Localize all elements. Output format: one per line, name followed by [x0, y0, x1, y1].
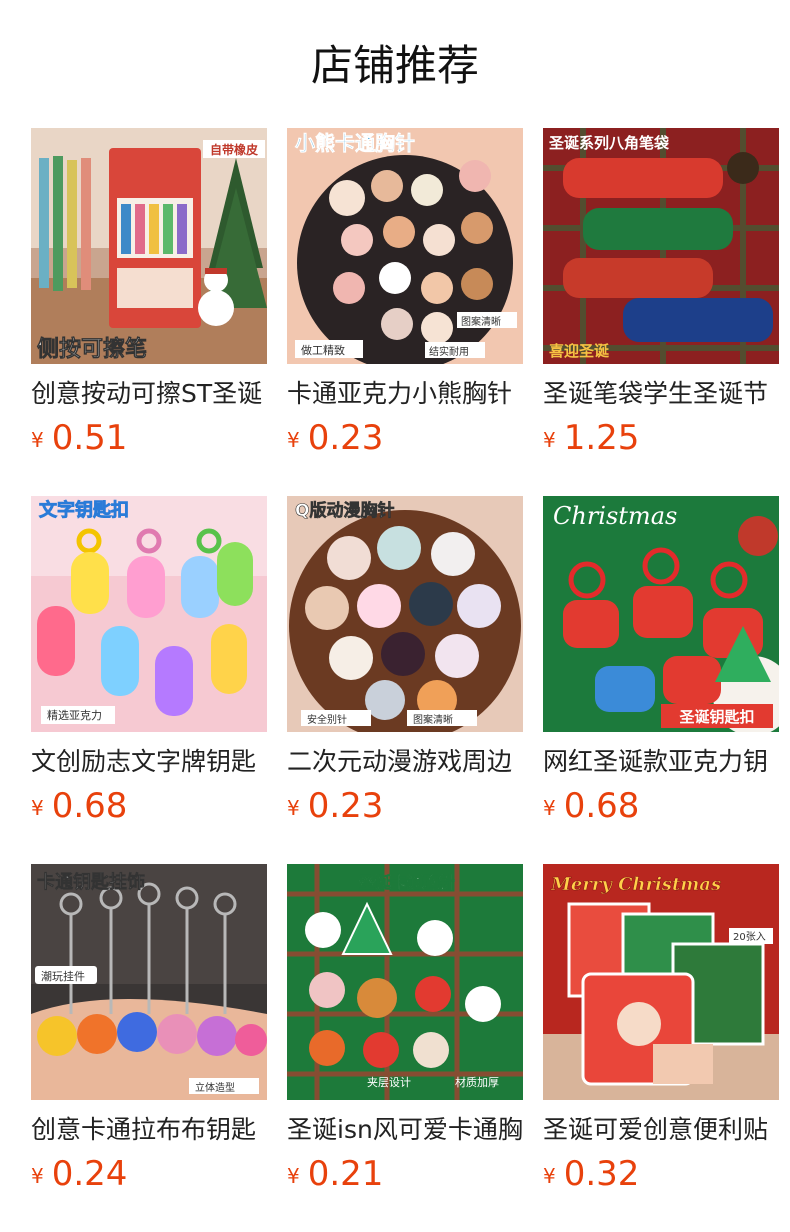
image-banner-text-keychain: 文字钥匙扣	[39, 499, 129, 521]
price-amount: 0.68	[563, 786, 640, 826]
product-image[interactable]: Christmas 圣诞钥匙扣	[543, 496, 779, 732]
product-price: ¥0.23	[287, 784, 383, 828]
price-amount: 1.25	[563, 418, 640, 458]
image-banner-q-brooch: Q版动漫胸针	[295, 500, 394, 521]
currency-symbol: ¥	[543, 428, 556, 452]
price-amount: 0.32	[563, 1154, 640, 1194]
currency-symbol: ¥	[31, 1164, 44, 1188]
image-banner-pencil-case: 圣诞系列八角笔袋	[548, 134, 670, 152]
product-price: ¥0.32	[543, 1152, 639, 1196]
product-card[interactable]: 自带橡皮 侧按可擦笔 创意按动可擦ST圣诞 ¥0.51	[31, 128, 267, 468]
image-banner-christmas-script: Christmas	[553, 502, 677, 530]
image-label-trendy: 潮玩挂件	[41, 969, 85, 983]
price-amount: 0.23	[307, 786, 384, 826]
currency-symbol: ¥	[287, 796, 300, 820]
currency-symbol: ¥	[31, 796, 44, 820]
image-label-acrylic: 精选亚克力	[47, 709, 102, 722]
currency-symbol: ¥	[543, 796, 556, 820]
image-label-clear-pattern: 图案清晰	[413, 713, 453, 726]
product-image[interactable]: Merry Christmas 20张入	[543, 864, 779, 1100]
product-card[interactable]: Q版动漫胸针 安全别针 图案清晰 二次元动漫游戏周边 ¥0.23	[287, 496, 523, 836]
product-price: ¥0.21	[287, 1152, 383, 1196]
product-price: ¥0.68	[543, 784, 639, 828]
currency-symbol: ¥	[31, 428, 44, 452]
product-card[interactable]: 文字钥匙扣 精选亚克力 文创励志文字牌钥匙 ¥0.68	[31, 496, 267, 836]
image-banner-side-press: 侧按可擦笔	[37, 336, 147, 362]
price-amount: 0.51	[51, 418, 128, 458]
product-card[interactable]: Merry Christmas 20张入 圣诞可爱创意便利贴 ¥0.32	[543, 864, 779, 1204]
image-label-safe-pin: 安全别针	[307, 713, 347, 726]
product-name[interactable]: 圣诞笔袋学生圣诞节	[543, 376, 779, 412]
image-banner-xmas-brooch: 圣诞卡通胸针	[358, 873, 455, 892]
image-label-3d: 立体造型	[195, 1081, 235, 1094]
product-price: ¥1.25	[543, 416, 639, 460]
product-image[interactable]: 圣诞系列八角笔袋 喜迎圣诞	[543, 128, 779, 364]
product-image[interactable]: 小熊卡通胸针 做工精致 图案清晰 结实耐用	[287, 128, 523, 364]
image-label-layered: 夹层设计	[367, 1076, 411, 1089]
image-banner-cartoon-keychain: 卡通钥匙挂饰	[37, 871, 145, 893]
product-card[interactable]: Christmas 圣诞钥匙扣 网红圣诞款亚克力钥 ¥0.68	[543, 496, 779, 836]
product-image[interactable]: 自带橡皮 侧按可擦笔	[31, 128, 267, 364]
price-amount: 0.23	[307, 418, 384, 458]
price-amount: 0.68	[51, 786, 128, 826]
product-name[interactable]: 网红圣诞款亚克力钥	[543, 744, 779, 780]
product-name[interactable]: 圣诞可爱创意便利贴	[543, 1112, 779, 1148]
product-card[interactable]: 圣诞卡通胸针 夹层设计 材质加厚 圣诞isn风可爱卡通胸 ¥0.21	[287, 864, 523, 1204]
image-label-quality: 做工精致	[301, 343, 345, 357]
image-label-thick: 材质加厚	[455, 1075, 499, 1089]
product-image[interactable]: 卡通钥匙挂饰 潮玩挂件 立体造型	[31, 864, 267, 1100]
product-price: ¥0.23	[287, 416, 383, 460]
image-label-clear: 图案清晰	[461, 315, 501, 328]
page-title: 店铺推荐	[310, 41, 479, 90]
product-name[interactable]: 创意卡通拉布布钥匙	[31, 1112, 267, 1148]
product-name[interactable]: 圣诞isn风可爱卡通胸	[287, 1112, 523, 1148]
product-price: ¥0.24	[31, 1152, 127, 1196]
image-banner-merry-christmas: Merry Christmas	[550, 874, 721, 895]
product-image[interactable]: 圣诞卡通胸针 夹层设计 材质加厚	[287, 864, 523, 1100]
product-name[interactable]: 文创励志文字牌钥匙	[31, 744, 267, 780]
image-banner-xmas-keychain: 圣诞钥匙扣	[678, 708, 754, 726]
currency-symbol: ¥	[287, 428, 300, 452]
product-image[interactable]: Q版动漫胸针 安全别针 图案清晰	[287, 496, 523, 732]
image-banner-bear-brooch: 小熊卡通胸针	[295, 131, 415, 155]
product-card[interactable]: 卡通钥匙挂饰 潮玩挂件 立体造型 创意卡通拉布布钥匙 ¥0.24	[31, 864, 267, 1204]
price-amount: 0.21	[307, 1154, 384, 1194]
image-label-20-sheets: 20张入	[733, 931, 766, 943]
product-name[interactable]: 创意按动可擦ST圣诞	[31, 376, 267, 412]
image-banner-christmas: 喜迎圣诞	[549, 342, 610, 360]
image-badge-eraser: 自带橡皮	[210, 142, 258, 157]
product-name[interactable]: 二次元动漫游戏周边	[287, 744, 523, 780]
product-name[interactable]: 卡通亚克力小熊胸针	[287, 376, 523, 412]
product-price: ¥0.51	[31, 416, 127, 460]
product-card[interactable]: 圣诞系列八角笔袋 喜迎圣诞 圣诞笔袋学生圣诞节 ¥1.25	[543, 128, 779, 468]
image-label-durable: 结实耐用	[429, 345, 469, 358]
product-price: ¥0.68	[31, 784, 127, 828]
product-image[interactable]: 文字钥匙扣 精选亚克力	[31, 496, 267, 732]
currency-symbol: ¥	[287, 1164, 300, 1188]
product-card[interactable]: 小熊卡通胸针 做工精致 图案清晰 结实耐用 卡通亚克力小熊胸针 ¥0.23	[287, 128, 523, 468]
currency-symbol: ¥	[543, 1164, 556, 1188]
price-amount: 0.24	[51, 1154, 128, 1194]
